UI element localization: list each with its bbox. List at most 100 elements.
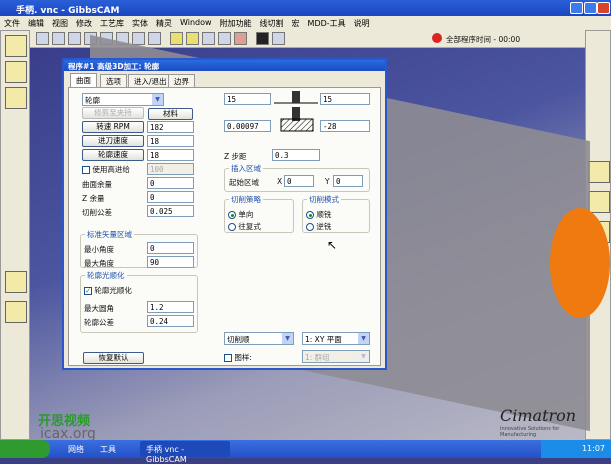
help-icon[interactable] [272, 32, 285, 45]
surface-stock-input[interactable]: 0 [147, 177, 194, 189]
smoothing-checkbox[interactable]: ✓ 轮廓光顺化 [84, 285, 132, 296]
tool-slot[interactable] [5, 35, 27, 57]
surface-stock-label: 曲面余量 [82, 180, 112, 189]
high-feed-checkbox[interactable]: 使用高进给 [82, 164, 130, 175]
group-label: 切削策略 [229, 194, 263, 205]
tool-icon[interactable] [52, 32, 65, 45]
stop-icon[interactable] [432, 33, 442, 43]
cimatron-tagline: Innovative Solutions for Manufacturing [500, 426, 560, 438]
contour-tolerance-label: 轮廓公差 [84, 318, 114, 327]
chevron-down-icon: ▼ [282, 333, 293, 344]
group-label: 切削模式 [307, 194, 341, 205]
maximize-button[interactable] [584, 2, 597, 14]
taskbar-tools[interactable]: 工具 [100, 444, 116, 455]
menu-view[interactable]: 视图 [52, 18, 68, 28]
surface-panel: 轮廓 ▼ 修剪至夹持 材料 转速 RPM 182 进刀速度 18 轮廓速度 18 … [68, 87, 381, 366]
menubar: 文件 编辑 视图 修改 工艺库 实体 精灵 Window 附加功能 线切割宏 MDD-工具 说明 [0, 16, 611, 30]
contour-tolerance-input[interactable]: 0.24 [147, 315, 194, 327]
tool-icon[interactable] [170, 32, 183, 45]
restore-defaults-button[interactable]: 恢复默认 [83, 352, 144, 364]
rpm-input[interactable]: 182 [147, 121, 194, 133]
tool-icon[interactable] [202, 32, 215, 45]
menu-wire[interactable]: 线切割 [260, 18, 284, 28]
min-angle-input[interactable]: 0 [147, 242, 194, 254]
tool-icon[interactable] [186, 32, 199, 45]
normal-region-group: 标准矢量区域 最小角度 0 最大角度 90 [80, 229, 198, 268]
strategy-group: 切削策略 单向 往复式 [224, 194, 294, 233]
tool-icon[interactable] [132, 32, 145, 45]
tool-icon[interactable] [218, 32, 231, 45]
z-step-input[interactable]: 0.3 [272, 149, 320, 161]
plane-select[interactable]: 1: XY 平面 ▼ [302, 332, 370, 345]
tolerance-input[interactable]: 0.025 [147, 205, 194, 217]
y-label: Y [325, 177, 330, 186]
feed-button[interactable]: 进刀速度 [82, 135, 144, 147]
max-radius-input[interactable]: 1.2 [147, 301, 194, 313]
feed-input[interactable]: 18 [147, 135, 194, 147]
menu-macro[interactable]: 宏 [292, 18, 300, 28]
tab-entry-exit[interactable]: 进入/退出 [128, 74, 173, 87]
material-button[interactable]: 材料 [148, 108, 193, 120]
group-label: 轮廓光顺化 [85, 270, 127, 281]
tool-slot[interactable] [588, 161, 610, 183]
tool-icon[interactable] [256, 32, 269, 45]
menu-solid[interactable]: 实体 [132, 18, 148, 28]
close-button[interactable] [597, 2, 610, 14]
menu-window[interactable]: Window [180, 18, 212, 28]
x-input[interactable]: 0 [284, 175, 314, 187]
tab-surface[interactable]: 曲面 [70, 73, 97, 88]
tolerance-label: 切削公差 [82, 208, 112, 217]
window-title: 手柄. vnc - GibbsCAM [16, 6, 120, 16]
bottom-right-input[interactable]: -28 [320, 120, 370, 132]
pattern-checkbox[interactable]: 图样: [224, 352, 252, 363]
max-angle-input[interactable]: 90 [147, 256, 194, 268]
taskbar-network[interactable]: 网络 [68, 444, 84, 455]
menu-modify[interactable]: 修改 [76, 18, 92, 28]
trim-to-fixture-button[interactable]: 修剪至夹持 [82, 107, 144, 119]
top-left-input[interactable]: 15 [224, 93, 271, 105]
tool-icon[interactable] [148, 32, 161, 45]
group-label: 标准矢量区域 [85, 229, 134, 240]
group-label: 插入区域 [229, 163, 263, 174]
menu-edit[interactable]: 编辑 [28, 18, 44, 28]
mode-select[interactable]: 轮廓 ▼ [82, 93, 164, 106]
tool-slot[interactable] [5, 301, 27, 323]
menu-wizard[interactable]: 精灵 [156, 18, 172, 28]
radio-climb[interactable]: 顺铣 [306, 209, 331, 220]
cut-mode-group: 切削模式 顺铣 逆铣 [302, 194, 370, 233]
cut-order-select[interactable]: 切削顺 ▼ [224, 332, 294, 345]
tool-icon[interactable] [68, 32, 81, 45]
tool-slot[interactable] [588, 191, 610, 213]
contour-speed-input[interactable]: 18 [147, 149, 194, 161]
menu-help[interactable]: 说明 [354, 18, 370, 28]
z-stock-label: Z 余量 [82, 194, 105, 203]
menu-addons[interactable]: 附加功能 [220, 18, 252, 28]
taskbar-task-gibbscam[interactable]: 手柄 vnc - GibbsCAM [140, 441, 230, 464]
bottom-left-input[interactable]: 0.00097 [224, 120, 271, 132]
rpm-button[interactable]: 转速 RPM [82, 121, 144, 133]
y-input[interactable]: 0 [333, 175, 363, 187]
radio-zigzag[interactable]: 往复式 [228, 221, 261, 232]
x-label: X [277, 177, 283, 186]
menu-mdd[interactable]: MDD-工具 [308, 18, 346, 28]
menu-file[interactable]: 文件 [4, 18, 20, 28]
tab-boundary[interactable]: 边界 [168, 74, 195, 87]
system-tray: 11:07 [541, 440, 611, 458]
tool-slot[interactable] [5, 61, 27, 83]
tool-slot[interactable] [5, 271, 27, 293]
contour-speed-button[interactable]: 轮廓速度 [82, 149, 144, 161]
z-stock-input[interactable]: 0 [147, 191, 194, 203]
tab-options[interactable]: 选项 [100, 74, 127, 87]
radio-one-way[interactable]: 单向 [228, 209, 253, 220]
tool-icon[interactable] [36, 32, 49, 45]
top-right-input[interactable]: 15 [320, 93, 370, 105]
start-button[interactable] [0, 440, 50, 458]
menu-library[interactable]: 工艺库 [100, 18, 124, 28]
radio-conventional[interactable]: 逆铣 [306, 221, 331, 232]
window-titlebar: 手柄. vnc - GibbsCAM [0, 0, 611, 16]
tool-slot[interactable] [5, 87, 27, 109]
max-angle-label: 最大角度 [84, 259, 114, 268]
minimize-button[interactable] [570, 2, 583, 14]
mouse-cursor-icon: ↖ [327, 238, 338, 252]
tool-icon[interactable] [234, 32, 247, 45]
